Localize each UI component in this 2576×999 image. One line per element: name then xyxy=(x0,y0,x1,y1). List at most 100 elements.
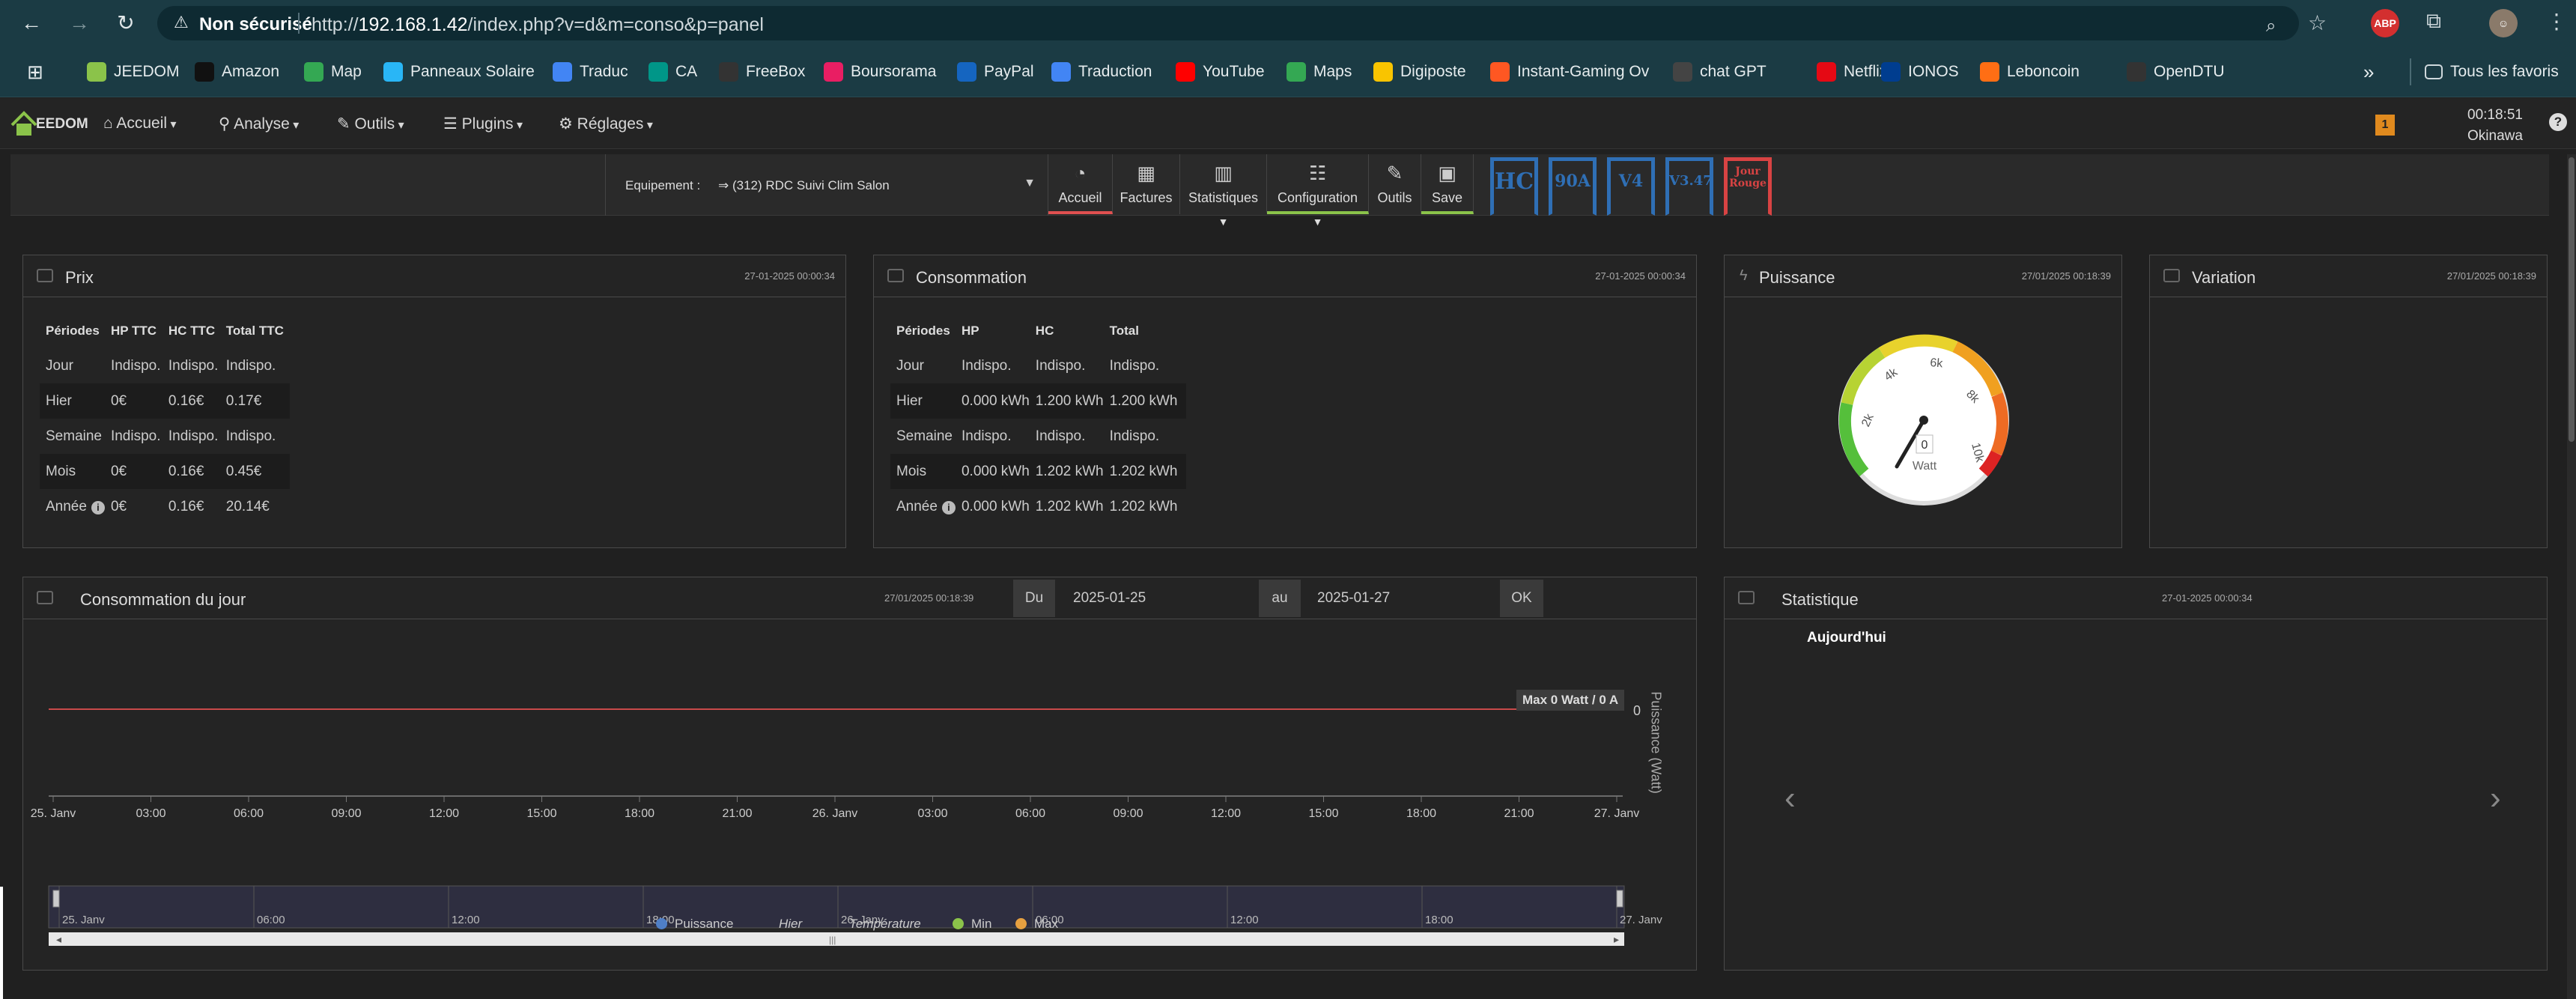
next-arrow-icon[interactable]: › xyxy=(2490,780,2501,817)
chrome-menu-icon[interactable]: ⋮ xyxy=(2546,9,2567,34)
equipment-select[interactable]: Equipement : ⇒ (312) RDC Suivi Clim Salo… xyxy=(605,154,1048,216)
bookmark-item[interactable]: Boursorama xyxy=(824,60,936,84)
tab-factures[interactable]: ▦ Factures xyxy=(1113,154,1180,214)
statistiques-dropdown-icon[interactable]: ▼ xyxy=(1218,216,1229,228)
navigator-area[interactable] xyxy=(48,885,1625,929)
security-label[interactable]: Non sécurisé xyxy=(199,14,312,35)
bookmark-item[interactable]: chat GPT xyxy=(1673,60,1767,84)
save-button[interactable]: ▣ Save xyxy=(1421,154,1474,214)
value-cell: Indispo. xyxy=(110,428,161,444)
ok-button[interactable]: OK xyxy=(1500,580,1543,617)
apps-grid-icon[interactable]: ⊞ xyxy=(27,60,43,84)
bookmark-item[interactable]: Leboncoin xyxy=(1980,60,2080,84)
jeedom-logo-text[interactable]: EEDOM xyxy=(36,116,88,133)
menu-analyse[interactable]: ⚲ Analyse xyxy=(219,115,299,133)
bookmark-label[interactable]: Digiposte xyxy=(1400,63,1466,81)
bookmark-label[interactable]: IONOS xyxy=(1908,63,1959,81)
configuration-dropdown-icon[interactable]: ▼ xyxy=(1313,216,1323,228)
adblock-extension-icon[interactable]: ABP xyxy=(2371,9,2399,37)
scroll-grip-icon[interactable]: ||| xyxy=(829,935,836,945)
bookmark-item[interactable]: Panneaux Solaire xyxy=(383,60,535,84)
more-bookmarks-icon[interactable]: » xyxy=(2363,60,2374,84)
profile-avatar[interactable]: ☺ xyxy=(2489,9,2518,37)
menu-reglages[interactable]: ⚙ Réglages xyxy=(559,115,653,133)
bookmark-item[interactable]: IONOS xyxy=(1881,60,1959,84)
bookmark-item[interactable]: Digiposte xyxy=(1373,60,1466,84)
tab-configuration[interactable]: ☷ Configuration ▼ xyxy=(1267,154,1369,228)
address-bar[interactable]: ⚠ Non sécurisé http://192.168.1.42/index… xyxy=(157,6,2299,40)
scrollbar-thumb[interactable] xyxy=(2569,157,2575,442)
bookmark-item[interactable]: YouTube xyxy=(1176,60,1265,84)
reload-icon[interactable]: ↻ xyxy=(112,10,139,37)
bookmark-label[interactable]: Leboncoin xyxy=(2007,63,2080,81)
bookmark-item[interactable]: JEEDOM xyxy=(87,60,180,84)
bookmark-item[interactable]: PayPal xyxy=(957,60,1034,84)
help-icon[interactable]: ? xyxy=(2549,113,2567,131)
bookmark-item[interactable]: CA xyxy=(648,60,697,84)
tab-accueil[interactable]: ◔ Accueil xyxy=(1048,154,1113,214)
legend-label[interactable]: Hier xyxy=(779,917,802,931)
du-date-input[interactable]: 2025-01-25 xyxy=(1064,580,1251,617)
equipment-value[interactable]: ⇒ (312) RDC Suivi Clim Salon xyxy=(718,178,890,193)
menu-outils[interactable]: ✎ Outils xyxy=(337,115,404,133)
bookmark-item[interactable]: FreeBox xyxy=(719,60,805,84)
zoom-icon[interactable]: ⌕ xyxy=(2266,16,2276,37)
bookmark-label[interactable]: Panneaux Solaire xyxy=(410,63,535,81)
bookmark-label[interactable]: Traduc xyxy=(580,63,628,81)
navigator-right-handle[interactable] xyxy=(1616,890,1623,908)
legend-label[interactable]: Puissance xyxy=(675,917,733,931)
bookmark-label[interactable]: Maps xyxy=(1313,63,1352,81)
bookmark-item[interactable]: Map xyxy=(304,60,362,84)
bookmark-item[interactable]: Instant-Gaming Ov xyxy=(1490,60,1649,84)
legend-item[interactable]: Hier xyxy=(779,917,802,932)
location-label: Okinawa xyxy=(2467,128,2523,144)
tab-statistiques[interactable]: ▥ Statistiques ▼ xyxy=(1180,154,1267,228)
bookmark-label[interactable]: Traduction xyxy=(1078,63,1152,81)
bookmark-star-icon[interactable]: ☆ xyxy=(2308,10,2327,35)
bookmark-label[interactable]: JEEDOM xyxy=(114,63,180,81)
menu-plugins[interactable]: ☰ Plugins xyxy=(443,115,523,133)
legend-label[interactable]: Min xyxy=(971,917,991,931)
au-date-input[interactable]: 2025-01-27 xyxy=(1308,580,1510,617)
legend-item[interactable]: Puissance xyxy=(656,917,733,932)
bookmark-item[interactable]: OpenDTU xyxy=(2127,60,2225,84)
bookmark-label[interactable]: chat GPT xyxy=(1700,63,1767,81)
info-icon[interactable]: i xyxy=(91,500,105,514)
bookmark-label[interactable]: CA xyxy=(675,63,697,81)
navigator-scrollbar[interactable] xyxy=(49,932,1624,946)
legend-item[interactable]: Température xyxy=(849,917,921,932)
bookmark-label[interactable]: PayPal xyxy=(984,63,1034,81)
legend-label[interactable]: Température xyxy=(849,917,921,931)
bookmark-item[interactable]: Maps xyxy=(1287,60,1352,84)
scroll-left-icon[interactable]: ◂ xyxy=(56,933,61,945)
tab-outils[interactable]: ✎ Outils xyxy=(1369,154,1421,214)
bookmark-label[interactable]: YouTube xyxy=(1203,63,1265,81)
prev-arrow-icon[interactable]: ‹ xyxy=(1784,780,1796,817)
page-scrollbar[interactable] xyxy=(2567,154,2576,999)
bookmark-label[interactable]: FreeBox xyxy=(746,63,805,81)
back-icon[interactable]: ← xyxy=(18,10,45,37)
forward-icon[interactable]: → xyxy=(66,10,93,37)
info-icon[interactable]: i xyxy=(941,500,956,514)
legend-item[interactable]: Max xyxy=(1015,917,1058,932)
url-text[interactable]: http://192.168.1.42/index.php?v=d&m=cons… xyxy=(312,14,764,36)
security-warning-icon[interactable]: ⚠ xyxy=(174,13,189,32)
bookmark-label[interactable]: Instant-Gaming Ov xyxy=(1517,63,1649,81)
navigator-left-handle[interactable] xyxy=(52,890,60,908)
chevron-down-icon[interactable]: ▼ xyxy=(1024,177,1036,190)
menu-accueil[interactable]: ⌂ Accueil xyxy=(103,115,177,133)
legend-label[interactable]: Max xyxy=(1034,917,1058,931)
bookmark-label[interactable]: Map xyxy=(331,63,362,81)
bookmark-item[interactable]: Netflix xyxy=(1817,60,1887,84)
bookmark-label[interactable]: OpenDTU xyxy=(2154,63,2225,81)
scroll-right-icon[interactable]: ▸ xyxy=(1614,933,1619,945)
bookmark-item[interactable]: Amazon xyxy=(195,60,279,84)
legend-item[interactable]: Min xyxy=(953,917,991,932)
all-bookmarks-folder[interactable]: Tous les favoris xyxy=(2425,60,2559,84)
bookmark-label[interactable]: Boursorama xyxy=(851,63,936,81)
bookmark-item[interactable]: Traduc xyxy=(553,60,628,84)
bookmark-label[interactable]: Amazon xyxy=(222,63,279,81)
notification-badge[interactable]: 1 xyxy=(2375,115,2395,136)
bookmark-item[interactable]: Traduction xyxy=(1051,60,1152,84)
extensions-icon[interactable]: ⧉ xyxy=(2426,9,2441,34)
